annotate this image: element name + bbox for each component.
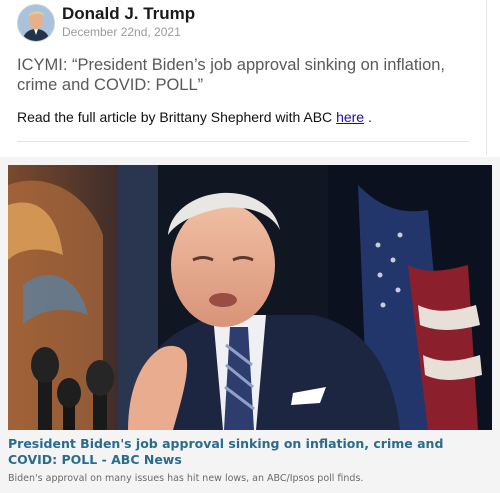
content-divider-vertical [486,0,487,155]
card-title-link[interactable]: President Biden's job approval sinking o… [8,436,492,468]
article-link[interactable]: here [336,109,364,125]
avatar[interactable] [17,4,55,42]
preview-image[interactable] [8,165,492,430]
post-body: Read the full article by Brittany Shephe… [17,109,372,125]
post-headline: ICYMI: “President Biden’s job approval s… [17,56,446,94]
author-name[interactable]: Donald J. Trump [62,4,195,24]
avatar-portrait-icon [18,5,54,41]
post-date: December 22nd, 2021 [62,25,181,39]
post-body-suffix: . [367,109,372,125]
photo-illustration-icon [8,165,492,430]
post-header: Donald J. Trump December 22nd, 2021 [17,4,477,44]
post-body-text: Read the full article by Brittany Shephe… [17,109,333,125]
card-description: Biden's approval on many issues has hit … [8,473,364,484]
post-separator [17,141,469,142]
link-preview-card[interactable]: President Biden's job approval sinking o… [0,157,500,493]
